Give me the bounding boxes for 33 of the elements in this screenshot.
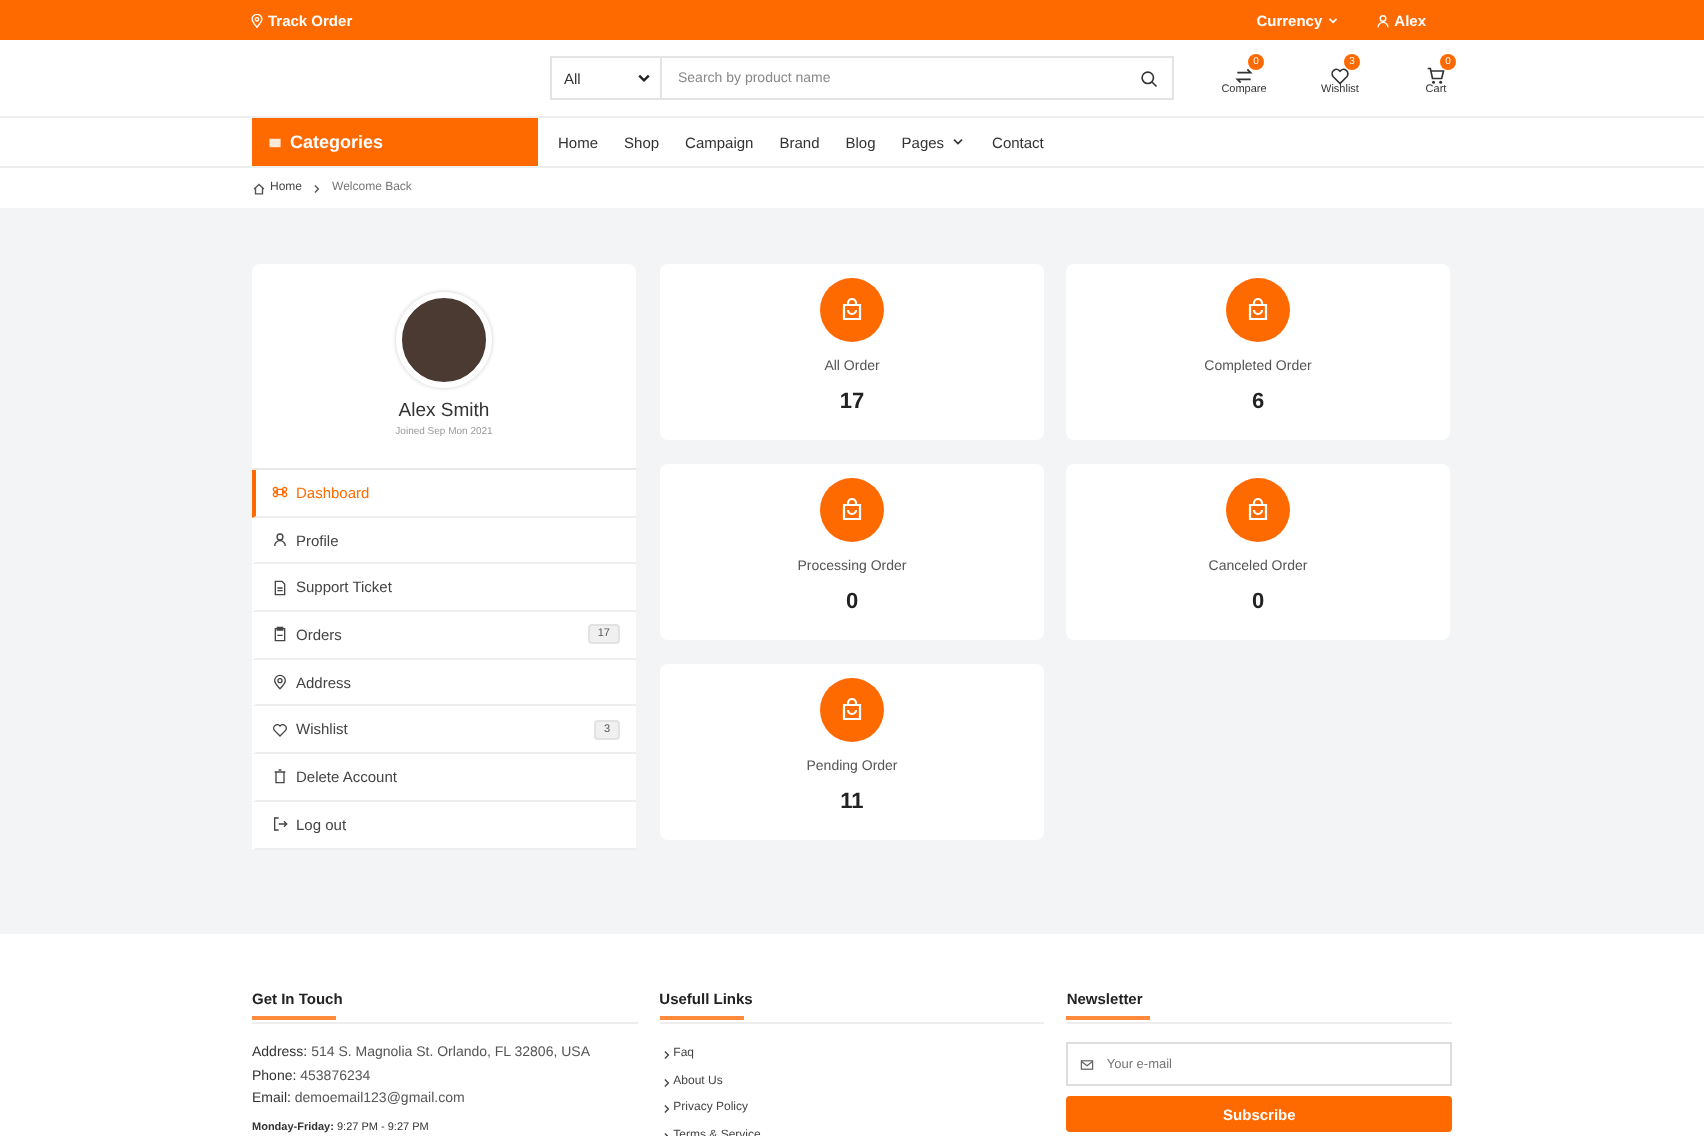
- menu-icon: [268, 135, 282, 149]
- stat-value: 11: [840, 790, 864, 814]
- map-pin-icon: [272, 674, 288, 691]
- shopping-bag-icon: [1226, 478, 1290, 542]
- stat-value: 17: [839, 390, 865, 414]
- map-pin-icon: [250, 13, 264, 27]
- home-icon: [252, 181, 266, 195]
- document-icon: [272, 579, 288, 596]
- user-icon: [1376, 13, 1391, 27]
- shopping-bag-icon: [820, 278, 884, 342]
- chevron-down-icon: [636, 70, 652, 86]
- profile-name: Alex Smith: [398, 400, 490, 422]
- clipboard-icon: [272, 626, 288, 643]
- swap-arrows-icon: [1234, 66, 1254, 86]
- shopping-bag-icon: [820, 478, 884, 542]
- stat-value: 0: [845, 590, 859, 614]
- chevron-down-icon: [1326, 13, 1341, 27]
- heart-icon: [1330, 66, 1350, 86]
- stat-value: 0: [1251, 590, 1265, 614]
- chevron-right-icon: [310, 181, 325, 195]
- chevron-down-icon: [950, 134, 967, 150]
- cart-icon: [1426, 66, 1446, 86]
- stat-value: 6: [1251, 390, 1265, 414]
- logout-icon: [272, 816, 288, 833]
- trash-icon: [272, 768, 288, 785]
- avatar-placeholder: [396, 292, 492, 388]
- user-icon: [272, 532, 288, 549]
- command-icon: [272, 484, 288, 501]
- shopping-bag-icon: [820, 678, 884, 742]
- search-icon[interactable]: [1140, 69, 1158, 87]
- heart-icon: [272, 721, 288, 738]
- shopping-bag-icon: [1226, 278, 1290, 342]
- mail-icon: [1080, 1057, 1095, 1071]
